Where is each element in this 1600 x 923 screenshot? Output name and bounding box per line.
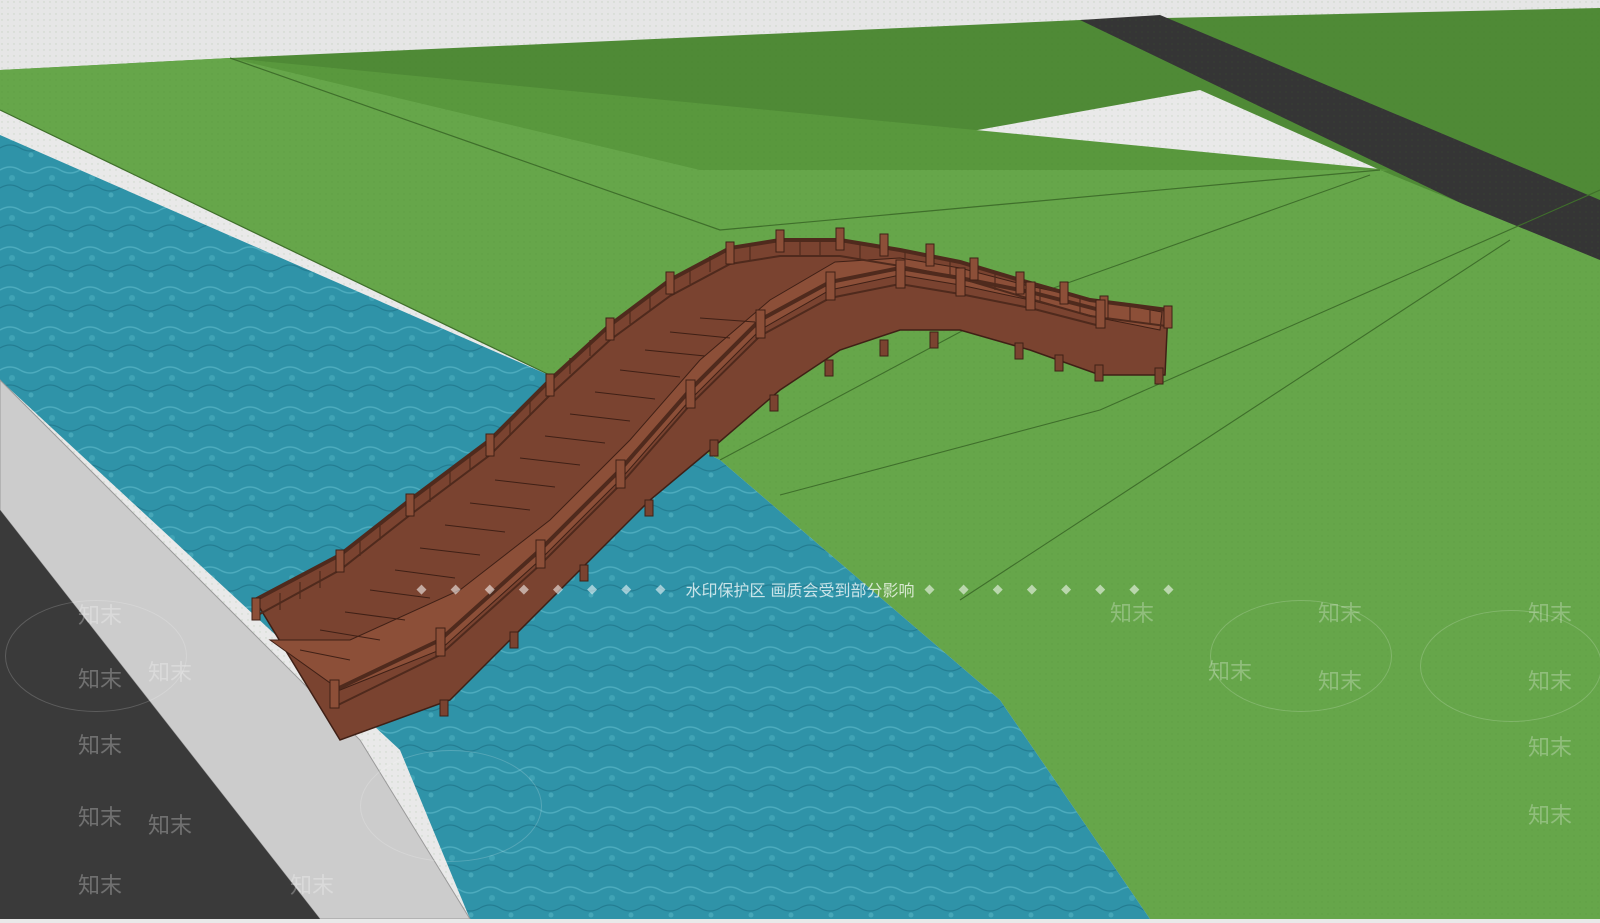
3d-viewport[interactable]: 知末 知末 知末 知末 知末 知末 知末 知末 知末 知末 知末 知末 知末 知… bbox=[0, 0, 1600, 920]
bridge-scene bbox=[0, 0, 1600, 920]
